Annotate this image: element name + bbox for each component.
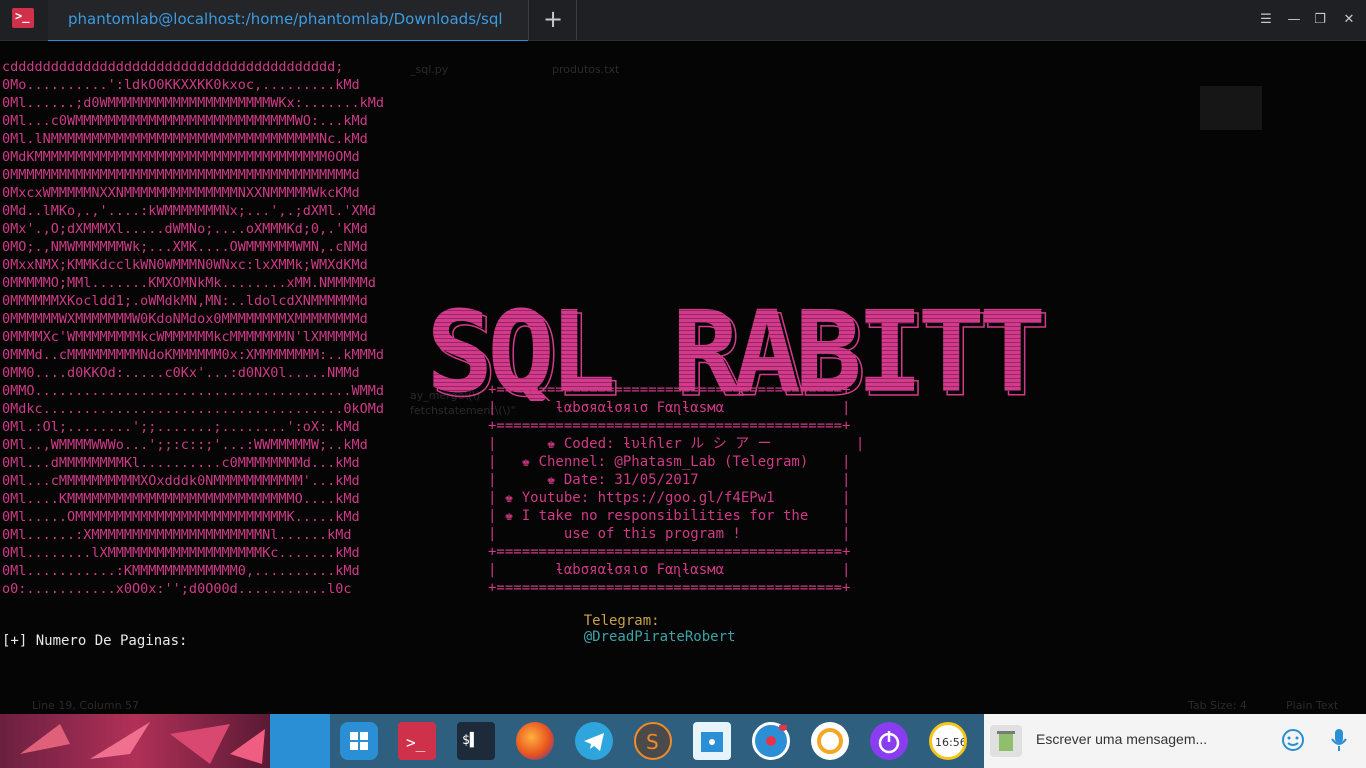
minimize-button[interactable]: —	[1284, 10, 1304, 30]
telegram-line: Telegram: @DreadPirateRobert	[550, 597, 736, 661]
new-tab-button[interactable]: +	[540, 6, 566, 32]
microphone-icon[interactable]	[1328, 727, 1350, 753]
terminal-area[interactable]: _sql.py produtos.txt ay_merge\(\) fetchs…	[0, 41, 1366, 714]
trash-icon[interactable]	[990, 725, 1022, 757]
tab-divider	[528, 0, 529, 40]
power-icon[interactable]	[870, 722, 908, 760]
app-grid-icon[interactable]	[340, 722, 378, 760]
close-button[interactable]: ✕	[1339, 10, 1359, 30]
svg-text:$▌: $▌	[462, 731, 478, 748]
clock-text: 16:56	[935, 736, 964, 749]
chat-input-bar[interactable]: Escrever uma mensagem...	[984, 714, 1366, 768]
sublime-text-icon[interactable]: S	[634, 722, 672, 760]
editor-minimap	[1200, 86, 1262, 130]
paper-plane-art	[20, 722, 265, 764]
update-icon[interactable]	[811, 722, 849, 760]
telegram-icon[interactable]	[575, 722, 613, 760]
editor-status-position: Line 19, Column 57	[32, 699, 140, 712]
chat-message-input[interactable]: Escrever uma mensagem...	[1036, 731, 1207, 747]
info-box: +=======================================…	[488, 382, 865, 596]
tab-terminal[interactable]: phantomlab@localhost:/home/phantomlab/Do…	[48, 0, 528, 42]
telegram-handle: @DreadPirateRobert	[583, 629, 736, 645]
terminal-app-icon[interactable]: >_	[12, 8, 34, 28]
menu-icon[interactable]: ☰	[1256, 10, 1276, 30]
wallpaper-stripe	[270, 714, 330, 768]
window-titlebar: >_ phantomlab@localhost:/home/phantomlab…	[0, 0, 1366, 42]
taskbar: >_ $▌ S 16:56 Escrever uma mensagem...	[0, 714, 1366, 768]
svg-text:S: S	[646, 730, 659, 754]
svg-text:>_: >_	[406, 733, 426, 752]
input-prompt[interactable]: [+] Numero De Paginas:	[2, 633, 196, 649]
telegram-label: Telegram:	[583, 613, 660, 629]
recorder-icon[interactable]	[752, 722, 790, 760]
terminal-taskbar-icon[interactable]: >_	[398, 722, 436, 760]
maximize-button[interactable]: ❐	[1310, 10, 1330, 30]
ascii-art-logo: cddddddddddddddddddddddddddddddddddddddd…	[2, 59, 385, 597]
editor-tab-sql-py: _sql.py	[410, 63, 449, 76]
wallpaper-strip	[0, 714, 270, 768]
firefox-icon[interactable]	[516, 722, 554, 760]
editor-status-tabsize: Tab Size: 4	[1188, 699, 1247, 712]
editor-status-syntax: Plain Text	[1286, 699, 1339, 712]
editor-tab-produtos: produtos.txt	[552, 63, 620, 76]
console-icon[interactable]: $▌	[457, 722, 495, 760]
tab-title: phantomlab@localhost:/home/phantomlab/Do…	[68, 10, 503, 28]
clock-icon[interactable]: 16:56	[929, 722, 967, 760]
file-manager-icon[interactable]	[693, 722, 731, 760]
emoji-icon[interactable]	[1280, 727, 1306, 753]
tab-divider	[576, 0, 577, 40]
